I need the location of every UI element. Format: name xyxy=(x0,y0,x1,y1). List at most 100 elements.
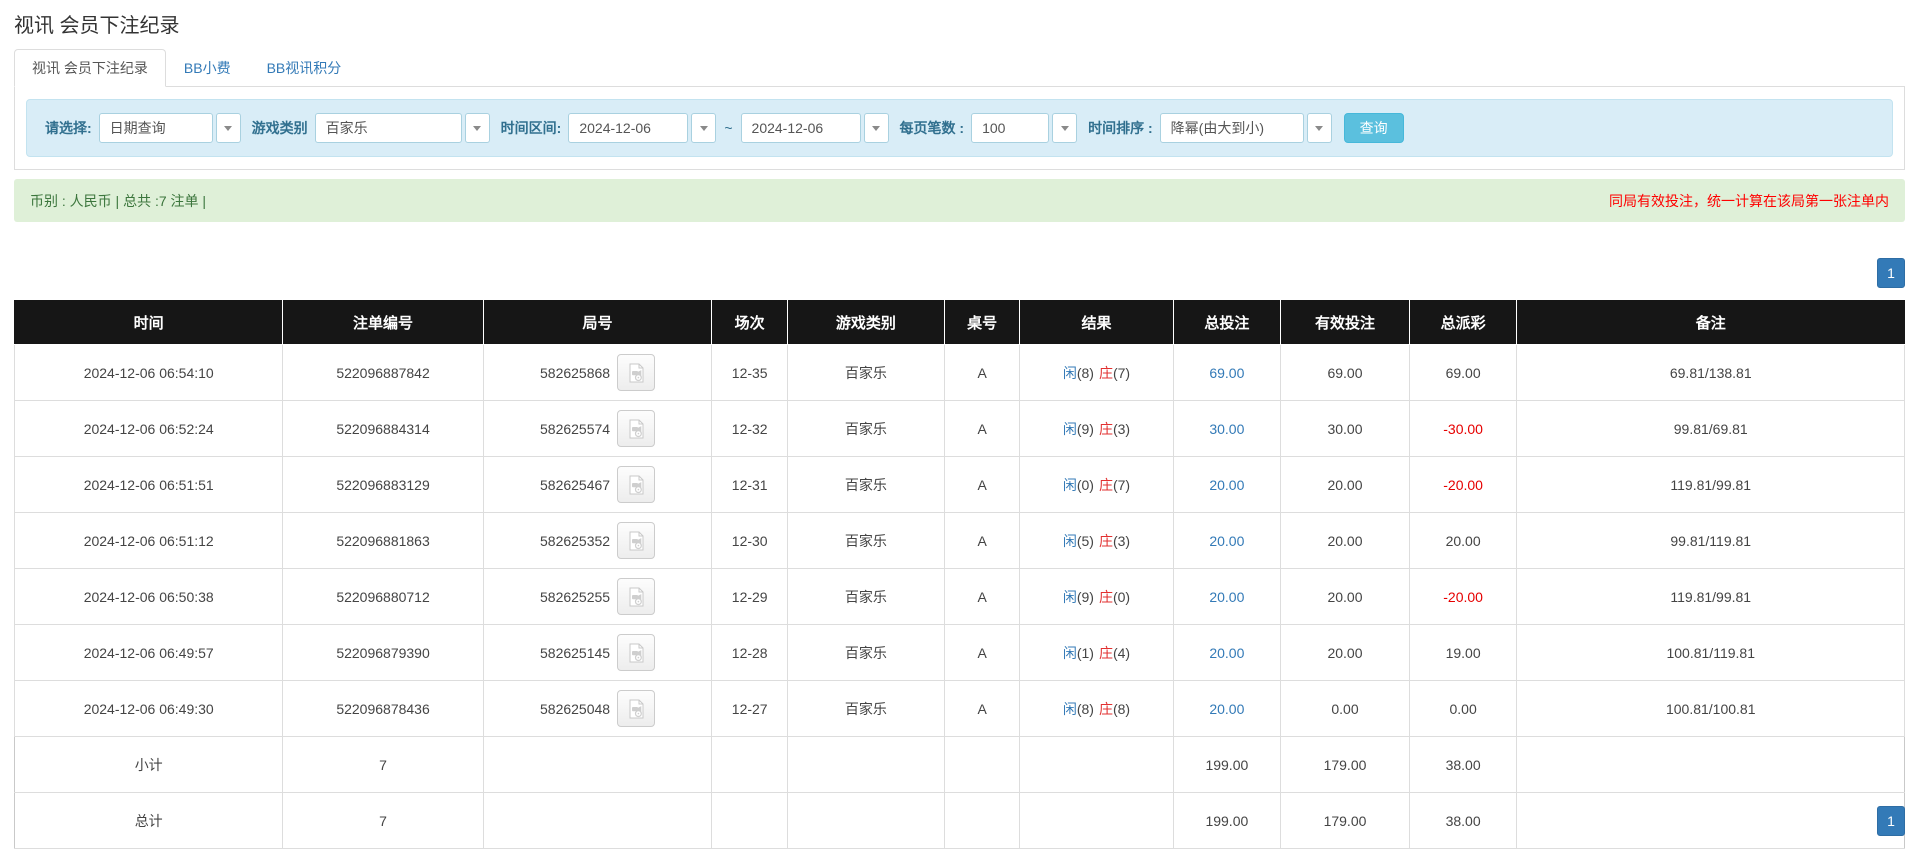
cell-result: 闲(8)庄(7) xyxy=(1020,345,1173,401)
cell-round-id: 582625868 xyxy=(483,345,712,401)
payout-value: -20.00 xyxy=(1443,477,1483,493)
summary-currency-total: 币别 : 人民币 | 总共 :7 注单 | xyxy=(30,191,206,211)
total-bet-link[interactable]: 69.00 xyxy=(1209,365,1244,381)
total-bet-link[interactable]: 20.00 xyxy=(1209,701,1244,717)
player-result: 闲 xyxy=(1063,645,1077,661)
cell-payout: 0.00 xyxy=(1409,681,1517,737)
subtotal-label: 小计 xyxy=(15,737,283,793)
total-label: 总计 xyxy=(15,793,283,849)
payout-value: -20.00 xyxy=(1443,589,1483,605)
caret-down-icon xyxy=(473,126,481,131)
cell-remark: 100.81/100.81 xyxy=(1517,681,1905,737)
video-replay-button[interactable] xyxy=(617,634,655,671)
game-type-label: 游戏类别 xyxy=(252,118,308,138)
dropdown-arrow-icon[interactable] xyxy=(864,113,889,143)
tab-bb-video-points[interactable]: BB视讯积分 xyxy=(249,49,360,87)
date-from-select[interactable]: 2024-12-06 xyxy=(568,113,716,143)
banker-result: 庄 xyxy=(1099,477,1113,493)
cell-bet-id: 522096878436 xyxy=(283,681,483,737)
caret-down-icon xyxy=(224,126,232,131)
subtotal-row: 小计 7 199.00 179.00 38.00 xyxy=(15,737,1905,793)
total-bet-link[interactable]: 20.00 xyxy=(1209,645,1244,661)
payout-value: 69.00 xyxy=(1446,365,1481,381)
search-button[interactable]: 查询 xyxy=(1344,113,1404,143)
header-round-id: 局号 xyxy=(483,300,712,345)
cell-total-bet: 20.00 xyxy=(1173,569,1281,625)
tab-betting-records[interactable]: 视讯 会员下注纪录 xyxy=(14,49,166,87)
total-bet-link[interactable]: 30.00 xyxy=(1209,421,1244,437)
cell-result: 闲(9)庄(3) xyxy=(1020,401,1173,457)
banker-score: (7) xyxy=(1113,365,1130,381)
video-icon xyxy=(626,643,646,663)
page-1-button[interactable]: 1 xyxy=(1877,258,1905,288)
dropdown-arrow-icon[interactable] xyxy=(1052,113,1077,143)
dropdown-arrow-icon[interactable] xyxy=(691,113,716,143)
round-id: 582625255 xyxy=(540,589,610,605)
round-id: 582625868 xyxy=(540,365,610,381)
video-icon xyxy=(626,531,646,551)
cell-time: 2024-12-06 06:54:10 xyxy=(15,345,283,401)
cell-round-id: 582625467 xyxy=(483,457,712,513)
video-replay-button[interactable] xyxy=(617,354,655,391)
banker-score: (3) xyxy=(1113,421,1130,437)
video-icon xyxy=(626,587,646,607)
table-row: 2024-12-06 06:51:12 522096881863 5826253… xyxy=(15,513,1905,569)
total-bet-link[interactable]: 20.00 xyxy=(1209,589,1244,605)
video-replay-button[interactable] xyxy=(617,410,655,447)
cell-game: 百家乐 xyxy=(787,625,944,681)
select-label: 请选择: xyxy=(45,118,92,138)
cell-table-no: A xyxy=(944,345,1020,401)
dropdown-arrow-icon[interactable] xyxy=(1307,113,1332,143)
tab-bb-tips[interactable]: BB小费 xyxy=(166,49,249,87)
cell-total-bet: 20.00 xyxy=(1173,681,1281,737)
video-replay-button[interactable] xyxy=(617,466,655,503)
game-type-select[interactable]: 百家乐 xyxy=(315,113,490,143)
query-type-select[interactable]: 日期查询 xyxy=(99,113,241,143)
cell-remark: 99.81/119.81 xyxy=(1517,513,1905,569)
total-bet-link[interactable]: 20.00 xyxy=(1209,533,1244,549)
cell-payout: -20.00 xyxy=(1409,569,1517,625)
dropdown-arrow-icon[interactable] xyxy=(465,113,490,143)
filter-panel: 请选择: 日期查询 游戏类别 百家乐 时间区间: 2024-12-06 ~ 20… xyxy=(14,87,1905,170)
date-separator: ~ xyxy=(724,120,732,136)
cell-round-id: 582625145 xyxy=(483,625,712,681)
video-replay-button[interactable] xyxy=(617,690,655,727)
total-total-bet: 199.00 xyxy=(1173,793,1281,849)
player-result: 闲 xyxy=(1063,589,1077,605)
total-bet-link[interactable]: 20.00 xyxy=(1209,477,1244,493)
page-1-button[interactable]: 1 xyxy=(1877,806,1905,836)
cell-time: 2024-12-06 06:49:57 xyxy=(15,625,283,681)
cell-valid-bet: 69.00 xyxy=(1281,345,1410,401)
banker-score: (4) xyxy=(1113,645,1130,661)
subtotal-valid-bet: 179.00 xyxy=(1281,737,1410,793)
cell-round-id: 582625352 xyxy=(483,513,712,569)
banker-result: 庄 xyxy=(1099,645,1113,661)
player-result: 闲 xyxy=(1063,533,1077,549)
header-payout: 总派彩 xyxy=(1409,300,1517,345)
banker-result: 庄 xyxy=(1099,365,1113,381)
video-icon xyxy=(626,475,646,495)
total-valid-bet: 179.00 xyxy=(1281,793,1410,849)
player-result: 闲 xyxy=(1063,421,1077,437)
total-payout: 38.00 xyxy=(1409,793,1517,849)
dropdown-arrow-icon[interactable] xyxy=(216,113,241,143)
player-score: (1) xyxy=(1077,645,1094,661)
betting-records-table: 时间 注单编号 局号 场次 游戏类别 桌号 结果 总投注 有效投注 总派彩 备注… xyxy=(14,300,1905,849)
player-result: 闲 xyxy=(1063,477,1077,493)
cell-session: 12-35 xyxy=(712,345,788,401)
date-to-select[interactable]: 2024-12-06 xyxy=(741,113,889,143)
page-size-select[interactable]: 100 xyxy=(971,113,1077,143)
cell-game: 百家乐 xyxy=(787,681,944,737)
sort-select[interactable]: 降幂(由大到小) xyxy=(1160,113,1332,143)
query-type-value: 日期查询 xyxy=(99,113,213,143)
sort-label: 时间排序 : xyxy=(1088,118,1153,138)
cell-total-bet: 20.00 xyxy=(1173,513,1281,569)
pagination-bottom: 1 xyxy=(1877,806,1905,836)
cell-total-bet: 69.00 xyxy=(1173,345,1281,401)
cell-payout: 69.00 xyxy=(1409,345,1517,401)
banker-result: 庄 xyxy=(1099,533,1113,549)
cell-remark: 119.81/99.81 xyxy=(1517,569,1905,625)
cell-bet-id: 522096883129 xyxy=(283,457,483,513)
video-replay-button[interactable] xyxy=(617,578,655,615)
video-replay-button[interactable] xyxy=(617,522,655,559)
